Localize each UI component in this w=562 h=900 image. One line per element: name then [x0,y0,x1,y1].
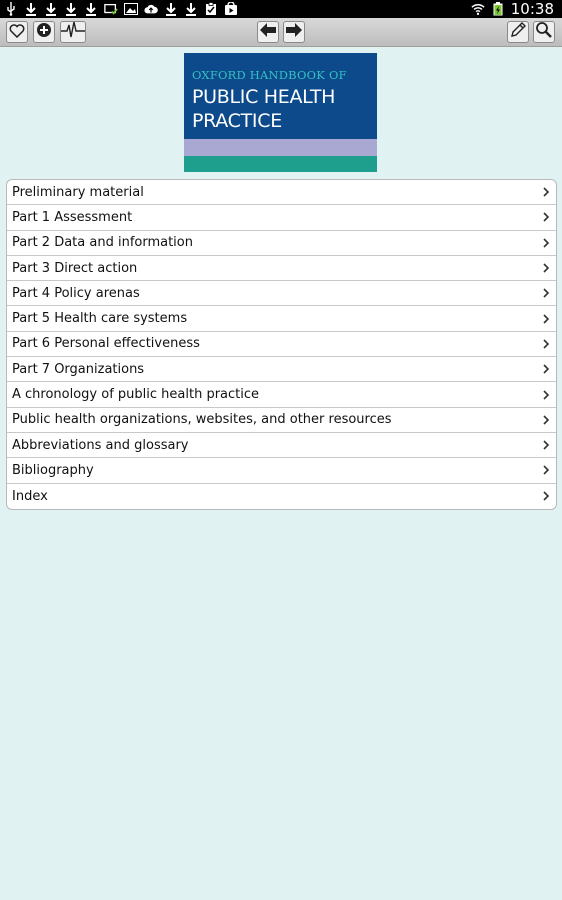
pulse-button[interactable] [60,21,86,43]
favorite-icon [9,23,25,42]
list-item[interactable]: Part 3 Direct action [7,256,556,282]
battery-icon [491,2,505,16]
cover-series-title: OXFORD HANDBOOK OF [192,68,347,82]
cover-lilac-band [184,139,377,156]
download-icon [44,2,58,16]
edit-button[interactable] [507,21,529,43]
list-item[interactable]: Part 4 Policy arenas [7,281,556,307]
list-item[interactable]: Public health organizations, websites, a… [7,408,556,433]
list-item-label: Part 4 Policy arenas [12,285,140,301]
list-item[interactable]: Bibliography [7,458,556,484]
list-item[interactable]: Abbreviations and glossary [7,433,556,459]
clipboard-check-icon [204,2,218,16]
play-store-icon [224,2,238,16]
list-item[interactable]: Part 5 Health care systems [7,306,556,332]
notification-icons [4,0,238,18]
search-icon [535,21,553,43]
chevron-right-icon [543,187,550,197]
image-icon [124,2,138,16]
list-item-label: Public health organizations, websites, a… [12,412,392,428]
list-item-label: Part 5 Health care systems [12,311,188,327]
list-item[interactable]: Part 7 Organizations [7,357,556,383]
chevron-right-icon [543,314,550,324]
toolbar [0,18,562,47]
wifi-icon [471,2,485,16]
chevron-right-icon [543,440,550,450]
download-icon [84,2,98,16]
contents-list: Preliminary material Part 1 Assessment P… [6,179,557,510]
favorite-button[interactable] [6,21,28,43]
list-item-label: Bibliography [12,462,94,478]
chevron-right-icon [543,491,550,501]
cover-title-line2: PRACTICE [192,110,282,132]
forward-arrow-icon [285,22,303,42]
search-button[interactable] [533,21,555,43]
list-item-label: Abbreviations and glossary [12,437,189,453]
cover-teal-band [184,156,377,172]
list-item-label: Part 2 Data and information [12,235,193,251]
cover-title-line1: PUBLIC HEALTH [192,86,336,108]
list-item-label: Part 1 Assessment [12,209,133,225]
list-item-label: Part 3 Direct action [12,260,138,276]
back-button[interactable] [257,21,279,43]
list-item-label: Preliminary material [12,184,144,200]
clock: 10:38 [510,0,554,18]
chevron-right-icon [543,415,550,425]
add-icon [36,22,52,42]
chevron-right-icon [543,288,550,298]
usb-icon [4,2,18,16]
system-icons: 10:38 [471,0,554,18]
list-item[interactable]: Part 6 Personal effectiveness [7,332,556,358]
list-item[interactable]: Part 2 Data and information [7,231,556,256]
chevron-right-icon [543,339,550,349]
download-icon [24,2,38,16]
download-icon [184,2,198,16]
status-bar: 10:38 [0,0,562,18]
chevron-right-icon [543,212,550,223]
list-item-label: A chronology of public health practice [12,387,260,403]
add-button[interactable] [33,21,55,43]
chevron-right-icon [543,238,550,248]
forward-button[interactable] [283,21,305,43]
chevron-right-icon [543,263,550,273]
download-icon [64,2,78,16]
book-cover: OXFORD HANDBOOK OF PUBLIC HEALTH PRACTIC… [184,53,377,172]
list-item[interactable]: Index [7,484,556,509]
edit-icon [509,21,527,43]
chevron-right-icon [543,389,550,400]
list-item-label: Part 6 Personal effectiveness [12,336,200,352]
list-item[interactable]: Preliminary material [7,180,556,206]
list-item-label: Index [12,488,48,504]
list-item[interactable]: Part 1 Assessment [7,205,556,231]
screen-check-icon [104,2,118,16]
download-icon [164,2,178,16]
back-arrow-icon [259,22,277,42]
chevron-right-icon [543,465,550,475]
list-item[interactable]: A chronology of public health practice [7,382,556,408]
pulse-icon [61,21,85,43]
cloud-upload-icon [144,2,158,16]
chevron-right-icon [543,364,550,374]
list-item-label: Part 7 Organizations [12,361,145,377]
